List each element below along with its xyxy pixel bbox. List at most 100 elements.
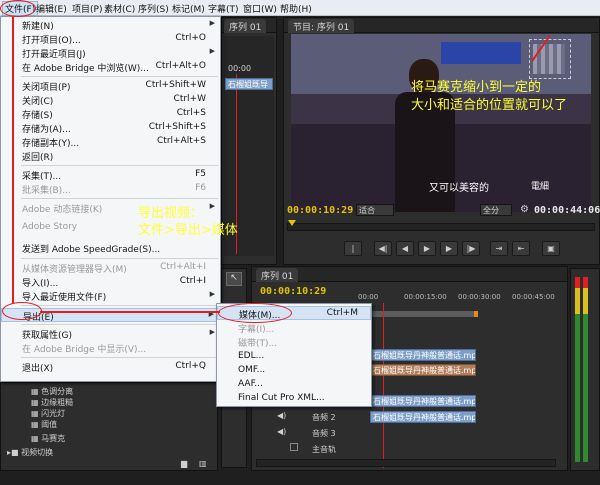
menu-separator: [21, 357, 218, 358]
menu-title[interactable]: 字幕(T): [208, 2, 239, 15]
menu-window[interactable]: 窗口(W): [243, 2, 277, 15]
menu-separator: [21, 165, 218, 166]
video-label: 電細: [531, 182, 550, 192]
submenu-item-omf[interactable]: OMF...: [217, 364, 371, 378]
selection-tool-icon[interactable]: ↖: [226, 272, 242, 286]
source-tab[interactable]: 序列 01: [224, 19, 267, 33]
program-current-timecode[interactable]: 00:00:10:29: [287, 205, 353, 216]
delete-icon[interactable]: ▥: [199, 459, 207, 468]
menu-item-close[interactable]: 关闭(C) Ctrl+W: [1, 93, 220, 107]
frame-forward-button[interactable]: ▶: [440, 241, 458, 256]
export-frame-button[interactable]: ▣: [542, 241, 560, 256]
timeline-timecode[interactable]: 00:00:10:29: [260, 286, 326, 297]
menu-project[interactable]: 项目(P): [72, 2, 102, 15]
menu-item-import-browser[interactable]: 从媒体资源管理器导入(M) Ctrl+Alt+I: [1, 261, 220, 275]
effect-item[interactable]: ▦ 马赛克: [31, 433, 65, 444]
menu-edit[interactable]: 编辑(E): [36, 2, 67, 15]
file-menu: 新建(N) ▶ 打开项目(O)... Ctrl+O 打开最近项目(J) ▶ 在 Ado…: [0, 16, 221, 382]
effect-item[interactable]: ▦ 闪光灯: [31, 408, 65, 419]
timeline-scrollbar[interactable]: [256, 459, 556, 467]
effect-item[interactable]: ▦ 阈值: [31, 419, 57, 430]
effect-label: 闪光灯: [41, 409, 66, 418]
video-caption: 又可以美容的: [429, 183, 489, 194]
menu-sequence[interactable]: 序列(S): [138, 2, 169, 15]
marker-button[interactable]: |: [344, 241, 362, 256]
play-button[interactable]: ▶: [418, 241, 436, 256]
menu-item-new[interactable]: 新建(N) ▶: [1, 18, 220, 32]
program-scrubber[interactable]: [287, 220, 595, 231]
submenu-arrow-icon: ▶: [209, 328, 215, 336]
menu-item-import[interactable]: 导入(I)... Ctrl+I: [1, 275, 220, 289]
step-forward-button[interactable]: |▶: [462, 241, 480, 256]
source-clip[interactable]: 石榴姐既导: [225, 78, 273, 90]
insert-button[interactable]: ⇥: [490, 241, 508, 256]
menu-item-save-copy[interactable]: 存储副本(Y)... Ctrl+Alt+S: [1, 135, 220, 149]
menu-marker[interactable]: 标记(M): [172, 2, 205, 15]
video-clip-1[interactable]: 石榴姐既导丹神般普通话.mp4[V]: [370, 349, 476, 361]
frame-back-button[interactable]: ◀: [396, 241, 414, 256]
menu-item-capture[interactable]: 采集(T)... F5: [1, 168, 220, 182]
mosaic-bounding-box[interactable]: [529, 39, 571, 79]
effect-icon: ▦: [31, 420, 39, 429]
timeline-tabbar: 序列 01: [252, 267, 567, 282]
source-tabbar: 序列 01: [222, 18, 276, 33]
submenu-item-aaf[interactable]: AAF...: [217, 378, 371, 392]
menu-separator: [21, 76, 218, 77]
video-frame: 又可以美容的 電細: [291, 34, 591, 212]
effect-label: 色调分离: [41, 387, 74, 396]
submenu-item-tape[interactable]: 磁带(T)...: [217, 335, 371, 349]
program-playhead[interactable]: [288, 220, 296, 226]
track-master[interactable]: 主音轨: [312, 444, 336, 455]
speaker-icon[interactable]: ◀): [277, 411, 286, 420]
new-bin-icon[interactable]: ▆: [181, 459, 187, 468]
annotation-mosaic-line1: 将马赛克缩小到一定的: [411, 80, 542, 95]
menu-separator: [21, 198, 218, 199]
menu-item-get-properties[interactable]: 获取属性(G) ▶: [1, 327, 220, 341]
menu-item-import-recent[interactable]: 导入最近使用文件(F) ▶: [1, 289, 220, 303]
audio-clip-2[interactable]: 石榴姐既导丹神般普通话.mp4[A]: [370, 411, 476, 423]
submenu-item-edl[interactable]: EDL...: [217, 350, 371, 364]
folder-item[interactable]: ▸■ 视频切换: [7, 447, 53, 458]
menu-item-batch-capture[interactable]: 批采集(B)... F6: [1, 182, 220, 196]
quality-select[interactable]: 全分: [480, 204, 512, 216]
menu-separator: [21, 258, 218, 259]
speaker-icon[interactable]: ◀): [277, 427, 286, 436]
timeline-tab[interactable]: 序列 01: [256, 268, 299, 282]
effect-icon: ▦: [31, 398, 39, 407]
timeline-playhead[interactable]: [383, 303, 384, 468]
menu-item-exit[interactable]: 退出(X) Ctrl+Q: [1, 360, 220, 374]
video-clip-2[interactable]: 石榴姐既导丹神般普通话.mp4[V]: [370, 364, 476, 376]
menu-item-revert[interactable]: 返回(R): [1, 149, 220, 163]
menu-item-browse-bridge[interactable]: 在 Adobe Bridge 中浏览(W)... Ctrl+Alt+O: [1, 60, 220, 74]
folder-label: 视频切换: [21, 448, 54, 457]
zoom-select[interactable]: 适合: [356, 204, 394, 216]
callout-oval-file-menu: [0, 0, 36, 17]
master-checkbox[interactable]: [290, 443, 298, 451]
menu-item-reveal-bridge[interactable]: 在 Adobe Bridge 中显示(V)...: [1, 341, 220, 355]
program-total-timecode: 00:00:44:06: [534, 205, 600, 216]
step-back-button[interactable]: ◀|: [374, 241, 392, 256]
track-audio-2[interactable]: 音频 2: [312, 412, 336, 423]
program-tab[interactable]: 节目: 序列 01: [288, 19, 355, 33]
menu-item-close-project[interactable]: 关闭项目(P) Ctrl+Shift+W: [1, 79, 220, 93]
callout-oval-media: [218, 303, 292, 323]
submenu-item-fcp-xml[interactable]: Final Cut Pro XML...: [217, 392, 371, 406]
audio-meter-left: [575, 277, 580, 462]
menu-item-save-as[interactable]: 存储为(A)... Ctrl+Shift+S: [1, 121, 220, 135]
menu-item-speedgrade[interactable]: 发送到 Adobe SpeedGrade(S)...: [1, 241, 220, 255]
menu-clip[interactable]: 素材(C): [104, 2, 135, 15]
audio-clip-1[interactable]: 石榴姐既导丹神般普通话.mp4[A]: [370, 395, 476, 407]
wrench-icon[interactable]: ⚙: [520, 204, 529, 215]
menu-item-save[interactable]: 存储(S) Ctrl+S: [1, 107, 220, 121]
callout-line-file: [12, 16, 14, 304]
overwrite-button[interactable]: ⇤: [512, 241, 530, 256]
effect-item[interactable]: ▦ 色调分离: [31, 386, 73, 397]
effect-item[interactable]: ▦ 边缘粗糙: [31, 397, 73, 408]
menu-item-open-recent[interactable]: 打开最近项目(J) ▶: [1, 46, 220, 60]
menu-item-open-project[interactable]: 打开项目(O)... Ctrl+O: [1, 32, 220, 46]
submenu-item-title[interactable]: 字幕(I)...: [217, 321, 371, 335]
effect-label: 阈值: [41, 420, 58, 429]
effect-label: 边缘粗糙: [41, 398, 74, 407]
track-audio-3[interactable]: 音频 3: [312, 428, 336, 439]
menu-help[interactable]: 帮助(H): [280, 2, 312, 15]
